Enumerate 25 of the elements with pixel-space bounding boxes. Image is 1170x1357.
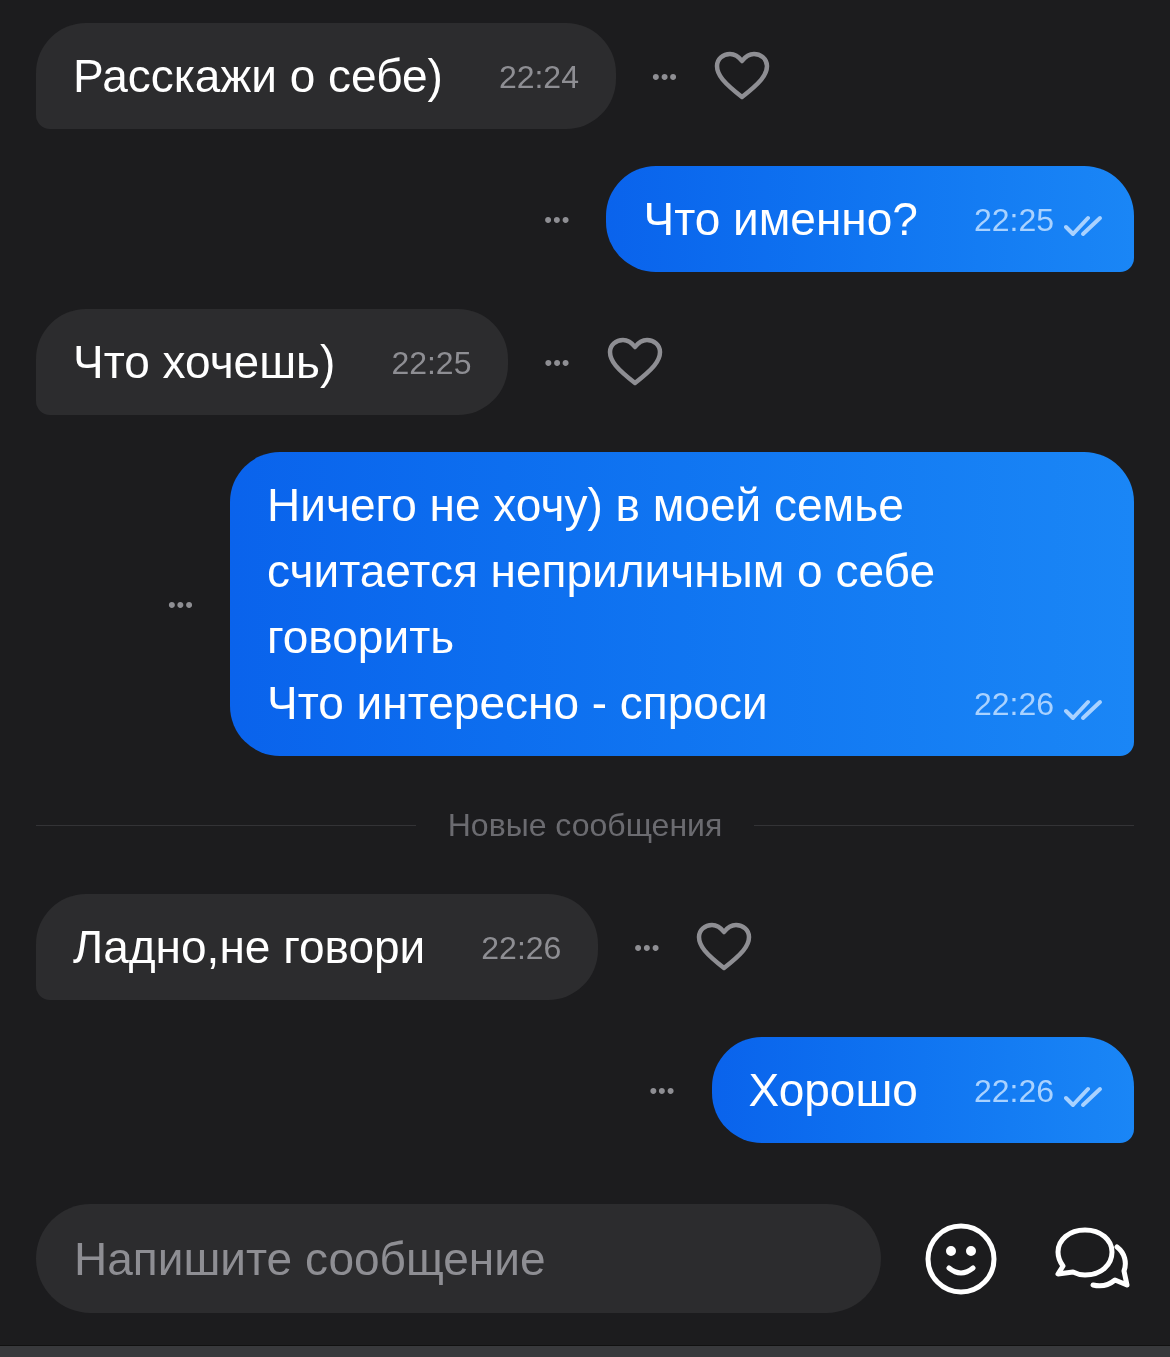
heart-icon[interactable] [714, 51, 771, 101]
message-text: Что хочешь) [73, 335, 336, 390]
more-button[interactable]: ••• [634, 930, 661, 964]
smiley-icon[interactable] [925, 1222, 997, 1295]
more-button[interactable]: ••• [544, 202, 571, 236]
message-text: Ладно,не говори [73, 920, 426, 975]
message-time: 22:25 [391, 344, 472, 383]
heart-icon[interactable] [696, 922, 753, 972]
message-time: 22:26 [973, 1072, 1054, 1111]
message-input-field[interactable]: Напишите сообщение [36, 1204, 881, 1313]
message-text: Что именно? [643, 192, 918, 247]
more-button[interactable]: ••• [167, 587, 194, 621]
message-time: 22:26 [481, 929, 562, 968]
message-text: Хорошо [748, 1063, 918, 1118]
message-text: Расскажи о себе) [73, 49, 443, 104]
more-button[interactable]: ••• [651, 59, 679, 93]
more-button[interactable]: ••• [544, 345, 571, 379]
heart-icon[interactable] [606, 337, 663, 387]
more-button[interactable]: ••• [649, 1073, 676, 1107]
new-messages-label: Новые сообщения [446, 806, 724, 845]
message-time: 22:24 [498, 58, 579, 97]
message-text: Ничего не хочу) в моей семье считается неприличным о себе говорить Что интересно - спроси [267, 478, 936, 731]
message-time: 22:25 [973, 201, 1054, 240]
chat-bubbles-icon[interactable] [1055, 1226, 1131, 1291]
message-time: 22:26 [973, 685, 1054, 724]
